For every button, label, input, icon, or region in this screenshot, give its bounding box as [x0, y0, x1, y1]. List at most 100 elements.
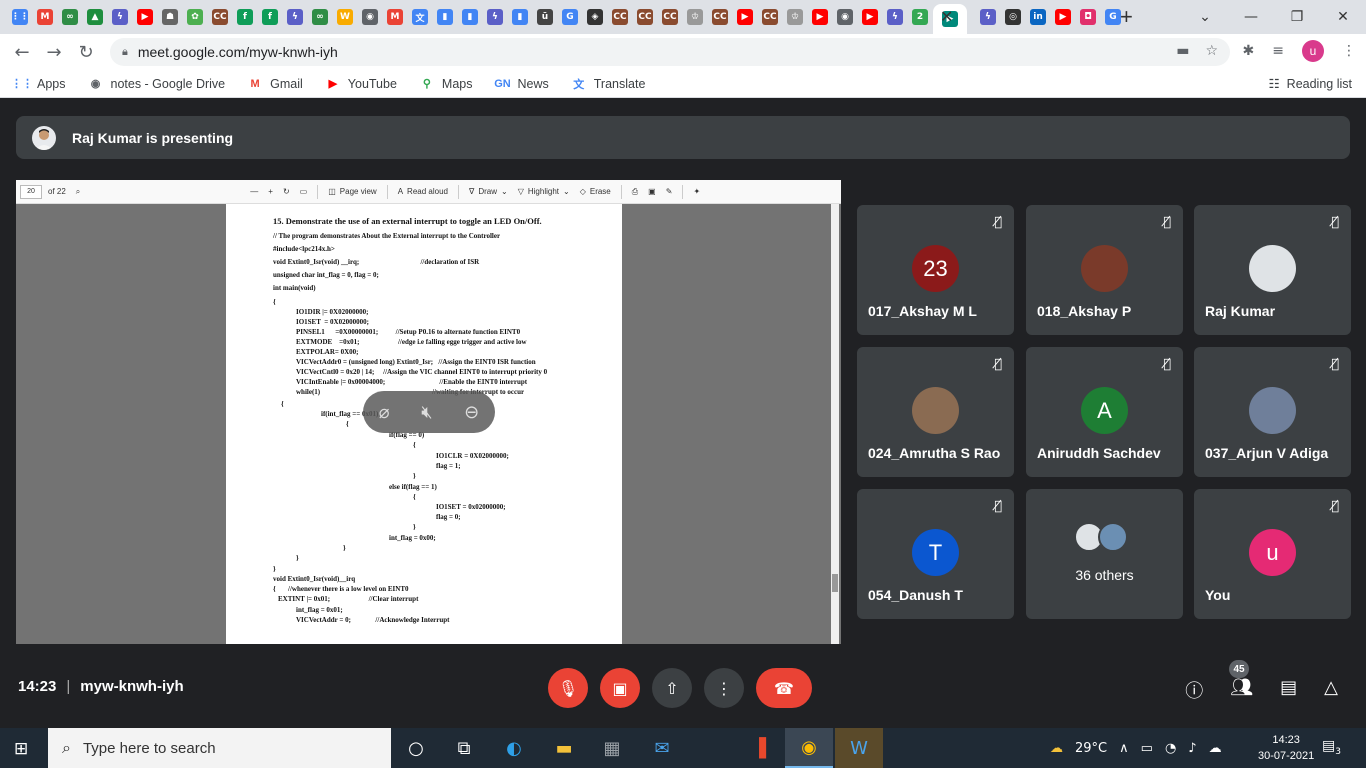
camera-icon[interactable]: ▬ — [1176, 43, 1189, 59]
bookmark-news[interactable]: GN News — [494, 76, 549, 92]
weather-icon[interactable]: ☁ — [1050, 741, 1063, 756]
browser-tab[interactable]: CC — [708, 4, 732, 30]
pdf-scrollbar[interactable] — [831, 204, 839, 644]
app-w-icon[interactable]: W — [835, 728, 883, 768]
zoom-out-icon[interactable]: — — [250, 187, 258, 196]
browser-tab[interactable]: f — [258, 4, 282, 30]
browser-tab[interactable]: ✿ — [183, 4, 207, 30]
browser-tab[interactable]: G — [558, 4, 582, 30]
browser-tab[interactable]: in — [1026, 4, 1050, 30]
browser-tab[interactable]: ▮ — [458, 4, 482, 30]
bookmark-gmail[interactable]: M Gmail — [247, 76, 303, 92]
chrome-icon[interactable]: ◉ — [785, 728, 833, 768]
zoom-in-icon[interactable]: + — [268, 187, 273, 196]
microphone-off-button[interactable]: 🎙︎ — [548, 668, 588, 708]
task-view-icon[interactable]: ⧉ — [440, 728, 488, 768]
highlight-button[interactable]: ▽ Highlight ⌄ — [518, 187, 570, 196]
close-tab-icon[interactable]: ✕ — [940, 7, 953, 27]
bookmark-apps[interactable]: ⋮⋮ Apps — [11, 76, 66, 92]
more-options-button[interactable]: ⋮ — [704, 668, 744, 708]
bookmark-star-icon[interactable]: ☆ — [1205, 43, 1218, 59]
camera-off-button[interactable]: ▣ — [600, 668, 640, 708]
extensions-icon[interactable]: ✱ — [1243, 43, 1255, 59]
browser-tab[interactable]: CC — [208, 4, 232, 30]
browser-tab[interactable]: CC — [633, 4, 657, 30]
browser-tab[interactable]: ◈ — [583, 4, 607, 30]
tab-search-icon[interactable]: ⌄ — [1182, 9, 1228, 25]
participant-tile[interactable]: 🎙̸ Raj Kumar — [1194, 205, 1351, 335]
onedrive-icon[interactable]: ☁ — [1209, 741, 1222, 756]
browser-tab[interactable]: ▲ — [83, 4, 107, 30]
office-icon[interactable]: ▐ — [735, 728, 783, 768]
browser-tab[interactable]: f — [233, 4, 257, 30]
cortana-icon[interactable]: ○ — [392, 728, 440, 768]
fit-page-icon[interactable]: ▭ — [300, 187, 308, 196]
browser-tab[interactable]: ϟ — [976, 4, 1000, 30]
taskbar-search[interactable]: ⌕ Type here to search — [48, 728, 391, 768]
bookmark-translate[interactable]: 文 Translate — [571, 76, 645, 92]
browser-tab[interactable]: 2 — [908, 4, 932, 30]
browser-tab[interactable]: M — [383, 4, 407, 30]
mute-off-icon[interactable]: 🔇︎ — [421, 402, 432, 423]
address-bar[interactable]: 🔒︎ meet.google.com/myw-knwh-iyh ▬ ☆ — [110, 38, 1230, 66]
erase-button[interactable]: ◇ Erase — [580, 187, 611, 196]
participant-tile[interactable]: 🎙̸ A Aniruddh Sachdev — [1026, 347, 1183, 477]
participant-tile[interactable]: 🎙̸ 23 017_Akshay M L — [857, 205, 1014, 335]
browser-tab[interactable]: ☗ — [158, 4, 182, 30]
browser-tab[interactable]: ▮ — [433, 4, 457, 30]
browser-tab[interactable]: W — [333, 4, 357, 30]
browser-tab[interactable]: CC — [608, 4, 632, 30]
menu-icon[interactable]: ⋮ — [1342, 43, 1356, 59]
browser-tab[interactable]: CC — [758, 4, 782, 30]
participant-tile[interactable]: 🎙̸ 037_Arjun V Adiga — [1194, 347, 1351, 477]
media-control-icon[interactable]: ≡ — [1272, 43, 1284, 59]
browser-tab[interactable]: ϟ — [883, 4, 907, 30]
profile-avatar[interactable]: u — [1302, 40, 1324, 62]
browser-tab[interactable]: ♔ — [683, 4, 707, 30]
mail-icon[interactable]: ✉ — [638, 728, 686, 768]
browser-tab[interactable]: ◘ — [1076, 4, 1100, 30]
reading-list[interactable]: ☷ Reading list — [1268, 76, 1352, 91]
bookmark-youtube[interactable]: ▶ YouTube — [325, 76, 397, 92]
page-view-button[interactable]: ◫ Page view — [328, 187, 376, 196]
participant-tile[interactable]: 🎙̸ 024_Amrutha S Rao — [857, 347, 1014, 477]
browser-tab[interactable]: ◉ — [833, 4, 857, 30]
draw-button[interactable]: ∇ Draw ⌄ — [469, 187, 508, 196]
leave-call-button[interactable]: ☎︎ — [756, 668, 812, 708]
temperature[interactable]: 29°C — [1075, 741, 1107, 756]
remove-icon[interactable]: ⊖ — [464, 402, 479, 423]
page-number-input[interactable]: 20 — [20, 184, 42, 199]
volume-icon[interactable]: ♪ — [1188, 741, 1196, 756]
browser-tab[interactable]: 文 — [408, 4, 432, 30]
read-aloud-button[interactable]: A Read aloud — [398, 187, 448, 196]
browser-tab[interactable]: ◎ — [1001, 4, 1025, 30]
browser-tab[interactable]: ◉ — [358, 4, 382, 30]
wifi-icon[interactable]: ◔ — [1165, 741, 1176, 756]
save-icon[interactable]: ▣ — [648, 187, 656, 196]
rotate-icon[interactable]: ↻ — [283, 187, 290, 196]
browser-tab[interactable]: M — [33, 4, 57, 30]
browser-tab[interactable]: ▶ — [808, 4, 832, 30]
browser-tab[interactable]: ▶ — [1051, 4, 1075, 30]
activities-icon[interactable]: △ — [1324, 677, 1338, 703]
new-tab-button[interactable]: + — [1120, 4, 1133, 30]
people-icon[interactable]: 👥︎ — [1230, 677, 1253, 703]
taskbar-clock[interactable]: 14:23 30-07-2021 — [1258, 732, 1314, 764]
browser-tab[interactable]: ♔ — [783, 4, 807, 30]
back-button[interactable]: ← — [6, 42, 38, 63]
browser-tab[interactable]: ϟ — [108, 4, 132, 30]
print-icon[interactable]: ⎙ — [632, 187, 638, 197]
pin-off-icon[interactable]: ⌀ — [379, 402, 390, 423]
battery-icon[interactable]: ▭ — [1141, 741, 1153, 756]
participant-tile[interactable]: 🎙̸ T 054_Danush T — [857, 489, 1014, 619]
save-as-icon[interactable]: ✎ — [666, 187, 673, 196]
file-explorer-icon[interactable]: ▬ — [540, 728, 588, 768]
browser-tab[interactable]: ⋮⋮ — [8, 4, 32, 30]
lock-icon[interactable]: 🔒︎ — [122, 46, 128, 59]
store-icon[interactable]: ▦ — [588, 728, 636, 768]
bookmark-maps[interactable]: ⚲ Maps — [419, 76, 473, 92]
browser-tab[interactable]: ▶ — [733, 4, 757, 30]
notifications-icon[interactable]: ▤3 — [1322, 738, 1341, 757]
browser-tab[interactable]: ∞ — [308, 4, 332, 30]
browser-tab[interactable]: ϟ — [283, 4, 307, 30]
